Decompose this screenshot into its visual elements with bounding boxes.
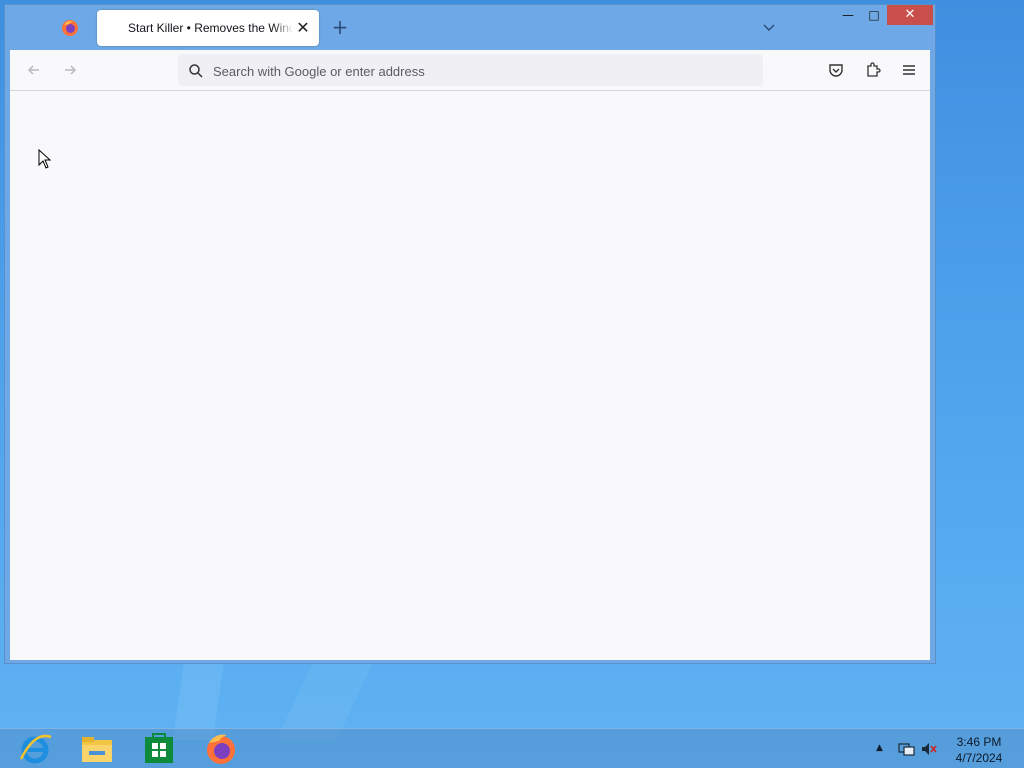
hamburger-menu-icon[interactable] [899,60,919,80]
store-icon[interactable] [141,731,177,767]
tray-overflow-button[interactable]: ▲ [876,743,886,753]
firefox-icon[interactable] [61,19,79,37]
puzzle-icon[interactable] [863,60,883,80]
tab-bar: Start Killer • Removes the Windows Start… [5,5,935,50]
folder-icon[interactable] [79,731,115,767]
tab-title: Start Killer • Removes the Windows Start… [128,21,293,35]
firefox-icon[interactable] [203,731,239,767]
chevron-down-icon[interactable] [761,19,777,35]
minimize-button[interactable]: — [835,5,861,25]
volume-muted-icon[interactable] [920,741,938,757]
arrow-right-icon[interactable] [60,60,80,80]
system-clock[interactable]: 3:46 PM 4/7/2024 [944,734,1014,766]
clock-time: 3:46 PM [956,735,1002,749]
network-icon[interactable] [897,741,915,757]
new-tab-button[interactable]: + [330,17,350,37]
clock-date: 4/7/2024 [955,751,1003,765]
page-content[interactable] [10,91,930,660]
firefox-window: Start Killer • Removes the Windows Start… [4,4,936,664]
pocket-icon[interactable] [826,60,846,80]
ie-icon[interactable] [17,731,53,767]
tab-active[interactable]: Start Killer • Removes the Windows Start… [97,10,319,46]
close-window-button[interactable]: ✕ [887,5,933,25]
taskbar: ▲ 3:46 PM 4/7/2024 [0,728,1024,768]
address-bar[interactable] [178,54,763,86]
navigation-toolbar [10,50,930,91]
tab-close-icon[interactable]: ✕ [295,20,311,36]
arrow-left-icon[interactable] [24,60,44,80]
search-input[interactable] [211,58,755,84]
maximize-button[interactable]: □ [861,5,887,25]
search-icon [189,64,203,78]
mouse-cursor-icon [38,149,52,169]
